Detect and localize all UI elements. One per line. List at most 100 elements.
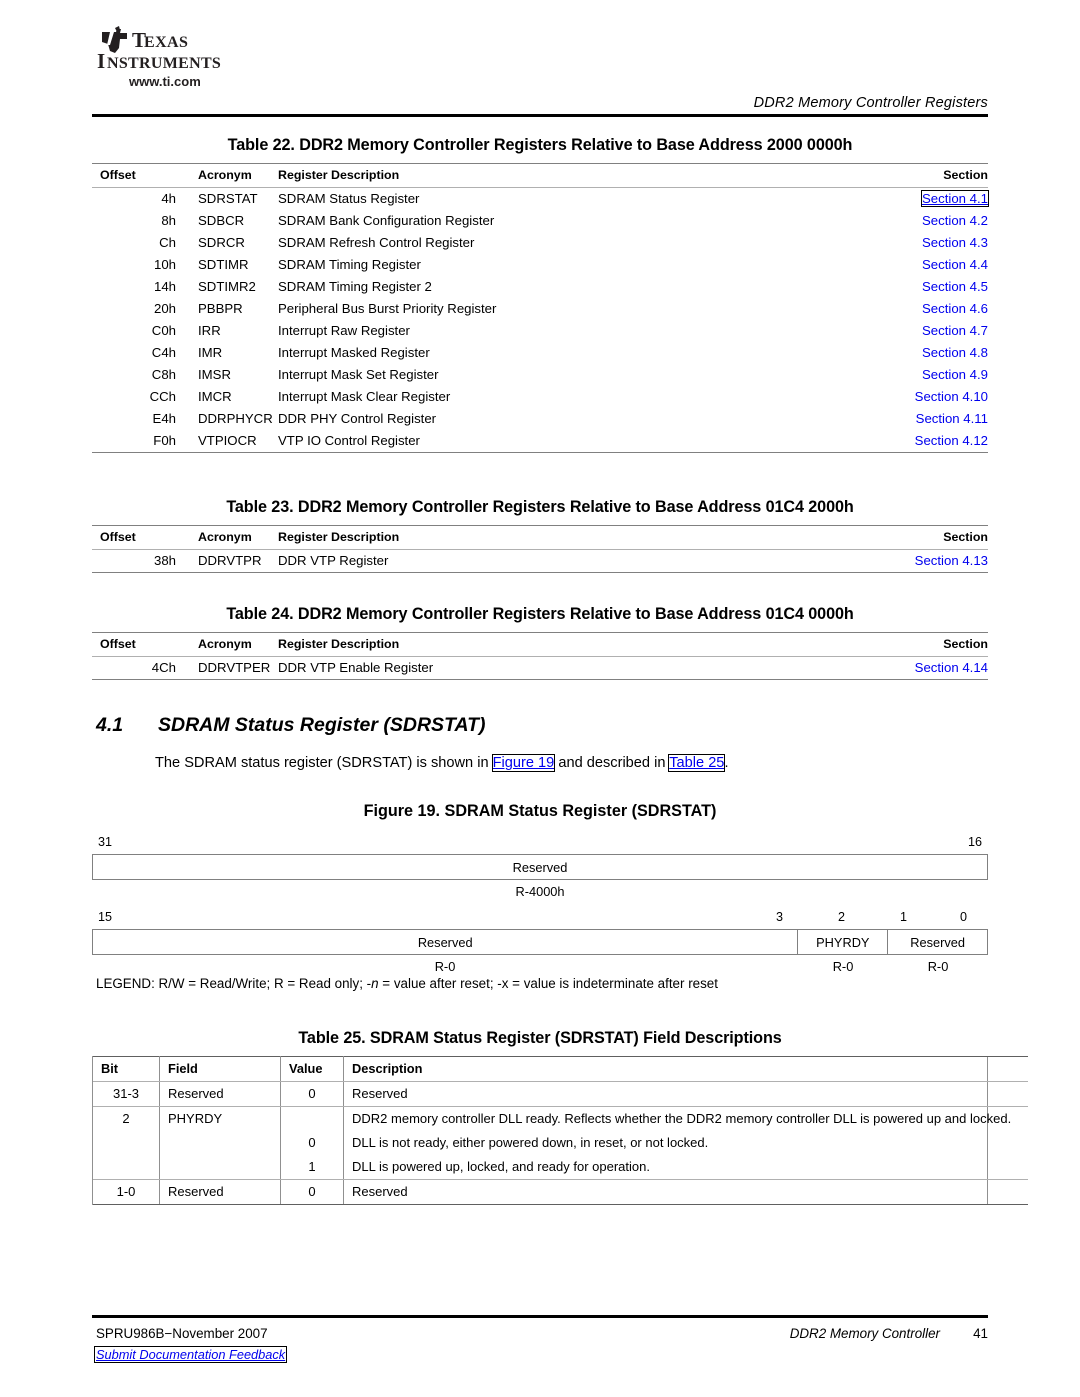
footer-page-number: 41: [973, 1326, 988, 1341]
cell-section: Section 4.7: [838, 320, 988, 342]
cell-acronym: IMR: [198, 345, 223, 360]
col-header-offset: Offset: [92, 163, 186, 188]
bit-label-1: 1: [900, 910, 908, 924]
col-header-acronym: Acronym: [186, 163, 278, 188]
table-row: 1-0 Reserved 0 Reserved: [93, 1179, 1028, 1205]
svg-text:EXAS: EXAS: [144, 34, 188, 51]
section-link[interactable]: Section 4.12: [915, 433, 988, 448]
cell-section: Section 4.5: [838, 276, 988, 298]
cell-offset: E4h: [152, 411, 176, 426]
figure-19-register-diagram: 31 16 Reserved R-4000h 15 3 2 1 0 Reserv…: [92, 835, 988, 979]
table-23: Offset Acronym Register Description Sect…: [92, 525, 988, 573]
paragraph-text-part1: The SDRAM status register (SDRSTAT) is s…: [155, 755, 493, 771]
submit-documentation-feedback-link[interactable]: Submit Documentation Feedback: [93, 1346, 288, 1363]
cell-section: Section 4.9: [838, 364, 988, 386]
section-link[interactable]: Section 4.6: [922, 301, 988, 316]
bit-field-reserved-1-0: Reserved: [887, 930, 987, 954]
cell-field: [159, 1155, 281, 1180]
cell-offset: 38h: [92, 549, 186, 573]
table-24-caption: Table 24. DDR2 Memory Controller Registe…: [226, 605, 854, 623]
table-25-link[interactable]: Table 25: [668, 754, 726, 772]
cell-bit: [93, 1155, 160, 1180]
table-25-caption: Table 25. SDRAM Status Register (SDRSTAT…: [298, 1029, 782, 1047]
table-header-row: Offset Acronym Register Description Sect…: [92, 525, 988, 550]
bit-number-row-upper: 31 16: [92, 835, 988, 854]
section-link[interactable]: Section 4.5: [922, 279, 988, 294]
cell-section: Section 4.3: [838, 232, 988, 254]
bit-field-boxes-lower: Reserved PHYRDY Reserved: [92, 929, 988, 955]
figure-19-caption: Figure 19. SDRAM Status Register (SDRSTA…: [363, 802, 717, 820]
table-23-block: Table 23. DDR2 Memory Controller Registe…: [92, 498, 988, 573]
cell-description: SDRAM Timing Register: [278, 257, 421, 272]
section-link[interactable]: Section 4.13: [915, 553, 988, 568]
cell-value: 1: [280, 1155, 344, 1180]
cell-description: Reserved: [343, 1179, 1028, 1205]
footer-rule: [92, 1315, 988, 1318]
cell-acronym: IMCR: [198, 389, 232, 404]
cell-description: SDRAM Status Register: [278, 191, 420, 206]
table-row: 8h SDBCR SDRAM Bank Configuration Register…: [92, 210, 988, 232]
section-link[interactable]: Section 4.14: [915, 660, 988, 675]
table-row: 4h SDRSTAT SDRAM Status Register Section 4.…: [92, 188, 989, 211]
table-row: F0h VTPIOCR VTP IO Control Register Section…: [92, 430, 988, 453]
paragraph-text-part3: .: [724, 755, 729, 771]
col-header-section: Section: [838, 525, 988, 550]
legend-text-post: = value after reset; -x = value is indet…: [378, 976, 718, 991]
table-24: Offset Acronym Register Description Sect…: [92, 632, 988, 680]
col-header-value: Value: [280, 1056, 344, 1082]
table-25: Bit Field Value Description 31-3 Reserved…: [93, 1056, 1028, 1205]
section-link[interactable]: Section 4.10: [915, 389, 988, 404]
bit-label-15: 15: [98, 910, 113, 924]
table-23-body: 38h DDRVTPR DDR VTP Register Section 4.13: [92, 549, 988, 573]
table-row: 14h SDTIMR2 SDRAM Timing Register 2 Section…: [92, 276, 988, 298]
table-22: Offset Acronym Register Description Sect…: [92, 163, 989, 453]
section-link[interactable]: Section 4.4: [922, 257, 988, 272]
section-number: 4.1: [96, 714, 124, 736]
cell-acronym: SDBCR: [198, 213, 245, 228]
bit-label-2: 2: [838, 910, 846, 924]
cell-section: Section 4.11: [838, 408, 988, 430]
col-header-acronym: Acronym: [186, 525, 278, 550]
cell-acronym: DDRPHYCR: [198, 411, 273, 426]
cell-offset: CCh: [149, 389, 176, 404]
col-header-section: Section: [838, 163, 988, 188]
cell-offset: C0h: [151, 323, 176, 338]
section-link[interactable]: Section 4.2: [922, 213, 988, 228]
reset-value-1-0: R-0: [927, 959, 949, 974]
cell-section: Section 4.2: [838, 210, 988, 232]
cell-offset: 20h: [153, 301, 176, 316]
col-header-description: Register Description: [278, 525, 838, 550]
section-link[interactable]: Section 4.8: [922, 345, 988, 360]
cell-description: DDR PHY Control Register: [278, 411, 437, 426]
section-link[interactable]: Section 4.1: [921, 190, 989, 207]
cell-offset: 14h: [153, 279, 176, 294]
cell-value: 0: [280, 1131, 344, 1155]
cell-value: [280, 1106, 344, 1131]
cell-bit: 2: [93, 1106, 160, 1131]
cell-field: PHYRDY: [159, 1106, 281, 1131]
col-header-offset: Offset: [92, 525, 186, 550]
header-rule: [92, 114, 988, 117]
section-link[interactable]: Section 4.11: [916, 411, 988, 426]
table-22-block: Table 22. DDR2 Memory Controller Registe…: [92, 136, 989, 453]
section-link[interactable]: Section 4.7: [922, 323, 988, 338]
cell-description: SDRAM Bank Configuration Register: [278, 213, 495, 228]
table-24-block: Table 24. DDR2 Memory Controller Registe…: [92, 605, 988, 680]
bit-label-31: 31: [98, 835, 113, 849]
cell-offset: C4h: [151, 345, 176, 360]
cell-description: SDRAM Refresh Control Register: [278, 235, 475, 250]
section-link[interactable]: Section 4.3: [922, 235, 988, 250]
cell-section: Section 4.12: [838, 430, 988, 453]
cell-acronym: SDTIMR2: [198, 279, 256, 294]
cell-acronym: SDRCR: [198, 235, 245, 250]
figure-19-link[interactable]: Figure 19: [491, 754, 556, 772]
table-row: C4h IMR Interrupt Masked Register Section 4…: [92, 342, 988, 364]
svg-text:www.ti.com: www.ti.com: [128, 74, 201, 89]
cell-description: DDR2 memory controller DLL ready. Reflec…: [352, 1111, 1012, 1126]
table-row: Ch SDRCR SDRAM Refresh Control Register Sec…: [92, 232, 988, 254]
section-link[interactable]: Section 4.9: [922, 367, 988, 382]
cell-acronym: SDTIMR: [198, 257, 249, 272]
reset-value-15-3: R-0: [434, 959, 456, 974]
reset-value-2: R-0: [832, 959, 854, 974]
bit-field-reserved-15-3: Reserved: [417, 934, 473, 950]
